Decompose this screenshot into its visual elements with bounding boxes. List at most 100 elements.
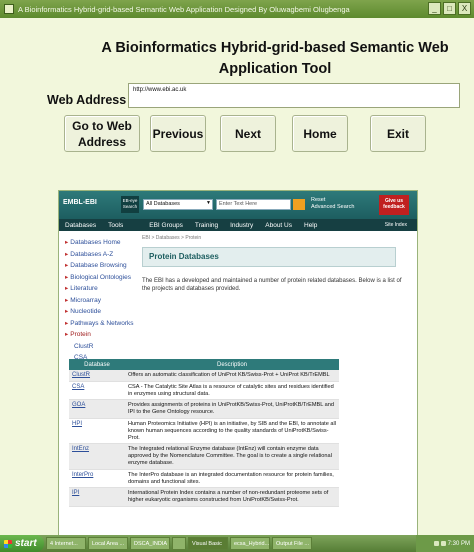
tray-icon[interactable] [433,541,439,546]
site-index-link[interactable]: Site Index [379,222,413,228]
go-button-line2: Address [77,134,127,149]
bullet-icon: ▸ [65,239,69,246]
database-description: CSA - The Catalytic Site Atlas is a reso… [125,381,339,401]
clock: 7:30 PM [447,540,470,547]
taskbar-task[interactable]: ecsa_Hybrid... [230,537,270,550]
bullet-icon: ▸ [65,285,69,292]
embedded-web-view[interactable]: EMBL-EBI EB-eye Search All Databases ▼ E… [58,190,418,547]
ebi-reset-links: Reset Advanced Search [311,197,354,211]
bullet-icon: ▸ [65,296,69,304]
database-description: The Integrated relational Enzyme databas… [125,443,339,470]
protein-database-table: Database Description ClustR Offers an aut… [69,359,339,507]
start-button[interactable]: start [0,535,44,552]
left-nav-label: Nucleotide [70,308,101,315]
previous-button[interactable]: Previous [150,115,206,152]
windows-logo-icon [4,539,12,548]
app-heading-line2: Application Tool [218,61,332,77]
nav-databases[interactable]: Databases [59,222,102,229]
nav-help[interactable]: Help [298,222,323,229]
bullet-icon: ▸ [65,262,69,269]
close-button[interactable]: X [458,2,471,15]
left-nav-item[interactable]: ▸ Biological Ontologies [59,272,133,284]
page-title: Protein Databases [142,247,396,267]
maximize-button[interactable]: □ [443,2,456,15]
database-description: Offers an automatic classification of Un… [125,370,339,382]
database-description: International Protein Index contains a n… [125,487,339,507]
database-link[interactable]: ClustR [69,370,125,382]
database-select[interactable]: All Databases ▼ [143,199,213,210]
left-nav-item[interactable]: ▸ Literature [59,283,133,295]
taskbar-task[interactable]: Local Area ... [88,537,128,550]
database-select-value: All Databases [146,201,180,207]
web-address-input[interactable]: http://www.ebi.ac.uk [128,83,460,108]
table-row: InterPro The InterPro database is an inte… [69,469,339,489]
window-title: A Bioinformatics Hybrid-grid-based Seman… [18,4,350,14]
taskbar-task[interactable]: DSCA_INDIA [130,537,170,550]
taskbar-task[interactable] [172,537,186,550]
bullet-icon: ▸ [65,250,69,258]
next-button[interactable]: Next [220,115,276,152]
left-nav-item[interactable]: ▸ Databases Home [59,237,133,249]
left-nav-item[interactable]: ▸ Microarray [59,295,133,307]
left-nav-item[interactable]: ▸ Databases A-Z [59,249,133,261]
app-heading: A Bioinformatics Hybrid-grid-based Seman… [80,38,470,80]
exit-button[interactable]: Exit [370,115,426,152]
app-heading-line1: A Bioinformatics Hybrid-grid-based Seman… [101,40,449,56]
database-link[interactable]: IntEnz [69,443,125,470]
left-nav-label: Databases A-Z [70,250,114,258]
breadcrumb: EBI > Databases > Protein [142,235,202,241]
database-link[interactable]: IPI [69,487,125,507]
left-nav-label: Biological Ontologies [70,273,131,281]
left-nav-label: Databases Home [70,239,121,246]
database-link[interactable]: CSA [69,381,125,401]
nav-tools[interactable]: Tools [102,222,129,229]
left-nav-label: Database Browsing [70,262,127,269]
left-nav-item[interactable]: ▸ Protein [59,329,133,341]
tray-icon[interactable] [440,541,446,546]
system-tray: 7:30 PM [416,535,474,552]
taskbar-tasks: 4 Internet... Local Area ... DSCA_INDIA Vis… [44,537,312,550]
ebi-search-input[interactable]: Enter Text Here [216,199,291,210]
go-to-web-address-button[interactable]: Go to Web Address [64,115,140,152]
table-row: ClustR Offers an automatic classification… [69,370,339,382]
left-nav-item[interactable]: ClustR [59,341,133,353]
left-nav-item[interactable]: ▸ Database Browsing [59,260,133,272]
home-button[interactable]: Home [292,115,348,152]
left-nav-item[interactable]: ▸ Nucleotide [59,306,133,318]
nav-ebi-groups[interactable]: EBI Groups [143,222,189,229]
bullet-icon: ▸ [65,273,69,281]
ebi-top-nav: Databases Tools EBI Groups Training Indu… [59,219,417,231]
feedback-button[interactable]: Give us feedback [379,195,409,215]
ebi-body: ▸ Databases Home ▸ Databases A-Z ▸ Database B… [59,231,417,546]
ebi-header: EMBL-EBI EB-eye Search All Databases ▼ E… [59,191,417,219]
app-icon [4,4,14,14]
reset-link[interactable]: Reset [311,197,354,204]
column-header-description: Description [125,359,339,370]
database-link[interactable]: GOA [69,399,125,419]
nav-training[interactable]: Training [189,222,224,229]
left-nav-label: Microarray [70,296,101,304]
taskbar-task[interactable]: Output File ... [272,537,312,550]
start-label: start [15,538,37,549]
database-link[interactable]: InterPro [69,469,125,489]
table-row: IntEnz The Integrated relational Enzyme d… [69,443,339,470]
database-link[interactable]: HPI [69,418,125,445]
window-titlebar: A Bioinformatics Hybrid-grid-based Seman… [0,0,474,18]
minimize-button[interactable]: _ [428,2,441,15]
nav-industry[interactable]: Industry [224,222,259,229]
database-description: Human Proteomics Initiative (HPI) is an … [125,418,339,445]
search-go-icon[interactable] [293,199,305,210]
taskbar-task[interactable]: Visual Basic [188,537,228,550]
advanced-search-link[interactable]: Advanced Search [311,204,354,211]
ebi-search-button[interactable]: EB-eye Search [121,196,139,213]
table-row: GOA Provides assignments of proteins in U… [69,399,339,419]
web-address-label: Web Address [47,93,127,107]
nav-about-us[interactable]: About Us [259,222,298,229]
bullet-icon: ▸ [65,308,69,315]
ebi-logo[interactable]: EMBL-EBI [63,199,97,206]
taskbar-task[interactable]: 4 Internet... [46,537,86,550]
left-nav-label: ClustR [74,342,94,350]
left-nav-item[interactable]: ▸ Pathways & Networks [59,318,133,330]
table-row: IPI International Protein Index contains … [69,487,339,507]
bullet-icon: ▸ [65,331,69,338]
